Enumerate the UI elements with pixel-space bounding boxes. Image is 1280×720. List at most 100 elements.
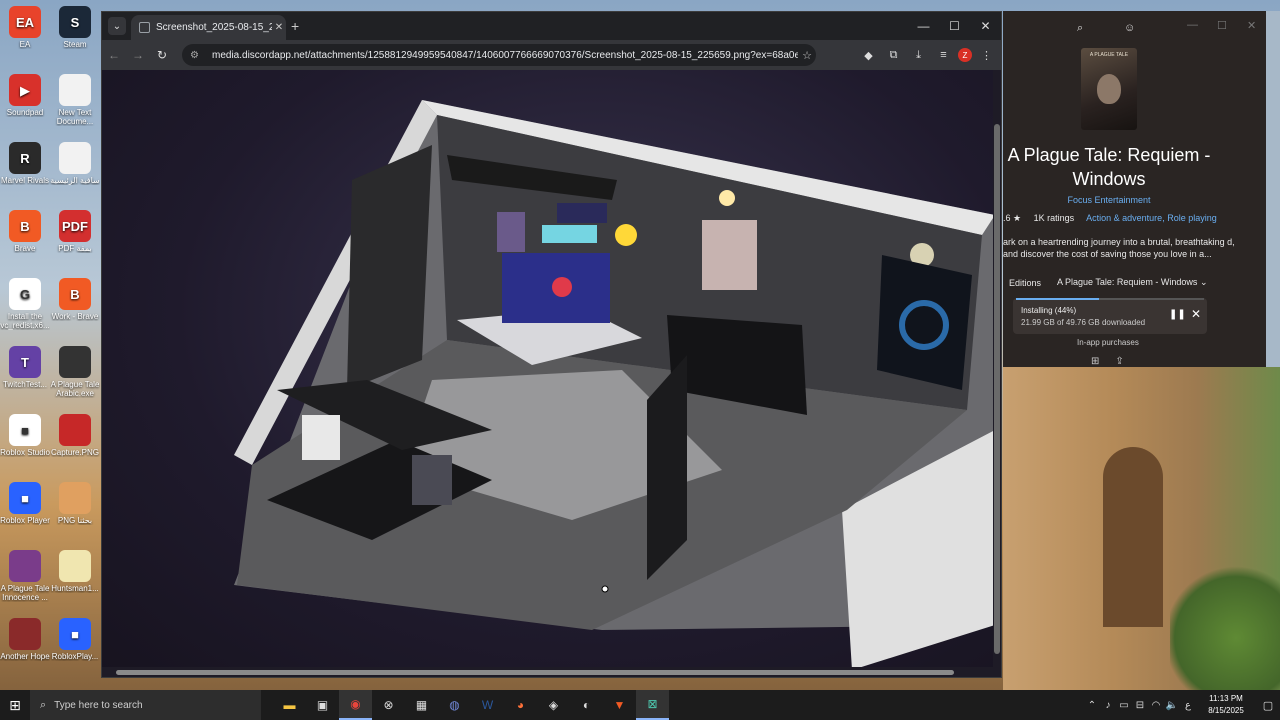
game-icon[interactable]: ◈ (537, 690, 570, 720)
desktop-icon-label: RobloxPlay... (51, 652, 99, 661)
app-icon: T (9, 346, 41, 378)
wifi-icon[interactable]: ◠ (1148, 700, 1164, 711)
desktop-icon[interactable]: R Marvel Rivals (0, 142, 50, 185)
app-icon (9, 550, 41, 582)
clock-date: 8/15/2025 (1208, 706, 1244, 715)
forward-button[interactable]: → (126, 48, 150, 62)
extension-diamond-icon[interactable]: ◆ (858, 44, 879, 66)
tab-close-icon[interactable]: ✕ (272, 22, 286, 33)
publisher-link[interactable]: Focus Entertainment (1003, 195, 1215, 205)
minimize-button[interactable]: — (908, 12, 939, 40)
horizontal-scrollbar[interactable] (102, 667, 993, 677)
share-icon[interactable]: ⇪ (1115, 356, 1123, 367)
desktop-icon[interactable]: سافية الرئيسية (50, 142, 100, 185)
calculator-icon[interactable]: ▦ (405, 690, 438, 720)
discord-icon[interactable]: ◍ (438, 690, 471, 720)
desktop-icon[interactable]: ■ Roblox Player (0, 482, 50, 525)
genre-links[interactable]: Action & adventure, Role playing (1086, 213, 1217, 223)
cancel-icon[interactable]: ✕ (1191, 307, 1201, 321)
taskbar-search[interactable]: ⌕ Type here to search (30, 690, 261, 720)
pause-icon[interactable]: ❚❚ (1169, 309, 1186, 320)
install-size: 21.99 GB of 49.76 GB downloaded (1021, 318, 1146, 327)
desktop-icon[interactable]: Capture.PNG (50, 414, 100, 457)
menu-kebab-icon[interactable]: ⋮ (976, 44, 997, 66)
desktop-icon-label: Roblox Player (0, 516, 50, 525)
maximize-button[interactable]: ☐ (939, 12, 970, 40)
address-bar[interactable]: ⚙ media.discordapp.net/attachments/12588… (182, 44, 816, 66)
word-icon[interactable]: W (471, 690, 504, 720)
app-icon: ▶ (9, 74, 41, 106)
download-icon[interactable]: ⤓ (908, 44, 929, 66)
new-tab-button[interactable]: + (291, 18, 299, 34)
desktop-icon[interactable]: T TwitchTest... (0, 346, 50, 389)
vertical-scrollbar[interactable] (993, 70, 1001, 677)
desktop-icons: EA EA S Steam ▶ Soundpad New Text Docume... R Ma… (0, 0, 102, 690)
desktop-icon[interactable]: ■ Roblox Studio (0, 414, 50, 457)
search-icon[interactable]: ⌕ (1077, 22, 1083, 35)
start-button[interactable]: ⊞ (0, 690, 30, 720)
terminal-icon[interactable]: ⊠ (636, 690, 669, 720)
site-info-icon[interactable]: ⚙ (190, 50, 206, 61)
back-button[interactable]: ← (102, 48, 126, 62)
desktop-icon[interactable]: Huntsman1... (50, 550, 100, 593)
store-minimize-button[interactable]: — (1187, 19, 1198, 31)
microphone-icon[interactable]: ♪ (1100, 700, 1116, 711)
file-explorer-icon[interactable]: ▬ (273, 690, 306, 720)
edition-select[interactable]: A Plague Tale: Requiem - Windows ⌄ (1051, 273, 1213, 292)
store-maximize-button[interactable]: ☐ (1217, 19, 1227, 32)
desktop-icon[interactable]: A Plague Tale Innocence ... (0, 550, 50, 602)
desktop-icon[interactable]: S Steam (50, 6, 100, 49)
volume-icon[interactable]: 🔈 (1164, 700, 1180, 711)
account-icon[interactable]: ☺ (1124, 22, 1135, 34)
battery-icon[interactable]: ▭ (1116, 700, 1132, 711)
store-close-button[interactable]: ✕ (1247, 19, 1256, 32)
wallpaper-landscape (1003, 367, 1280, 690)
desktop-icon[interactable]: B Work - Brave (50, 278, 100, 321)
notification-icon[interactable]: ▢ (1256, 699, 1280, 712)
desktop-icon[interactable]: PNG بحثنا (50, 482, 100, 525)
desktop-icon-label: EA (19, 40, 31, 49)
app-icon (59, 74, 91, 106)
bookmark-star-icon[interactable]: ☆ (798, 49, 816, 62)
app-icon: PDF (59, 210, 91, 242)
steam-icon[interactable]: ◐ (570, 690, 603, 720)
game-title: A Plague Tale: Requiem - Windows (1007, 145, 1211, 189)
desktop-icon[interactable]: EA EA (0, 6, 50, 49)
xbox-icon[interactable]: ⊗ (372, 690, 405, 720)
app-icon[interactable]: ▣ (306, 690, 339, 720)
tab-screenshot[interactable]: Screenshot_2025-08-15_225659 ✕ (131, 15, 286, 40)
desktop-icon-label: Marvel Rivals (0, 176, 49, 185)
favicon-icon (139, 22, 150, 33)
extensions-puzzle-icon[interactable]: ⧉ (883, 44, 904, 66)
app-icon (59, 142, 91, 174)
desktop-icon[interactable]: New Text Docume... (50, 74, 100, 126)
desktop-icon[interactable]: Another Hope (0, 618, 50, 661)
firefox-icon[interactable]: ◕ (504, 690, 537, 720)
profile-avatar[interactable]: Z (958, 48, 972, 62)
edition-selected: A Plague Tale: Requiem - Windows (1057, 277, 1198, 287)
desktop-icon-label: سافية الرئيسية (50, 176, 100, 185)
game-cover-image: A PLAGUE TALE (1081, 48, 1137, 130)
language-indicator[interactable]: ع (1180, 700, 1196, 711)
media-control-icon[interactable]: ≡ (933, 44, 954, 66)
tab-search-button[interactable]: ⌄ (108, 17, 126, 35)
desktop-icon[interactable]: ▶ Soundpad (0, 74, 50, 117)
brave-icon[interactable]: ▼ (603, 690, 636, 720)
system-tray: ⌃ ♪ ▭ ⊟ ◠ 🔈 ع 11:13 PM 8/15/2025 ▢ (1084, 690, 1280, 720)
desktop-icon[interactable]: A Plague Tale Arabic.exe (50, 346, 100, 398)
network-icon[interactable]: ⊟ (1132, 700, 1148, 711)
reload-button[interactable]: ↻ (150, 48, 174, 62)
clock[interactable]: 11:13 PM 8/15/2025 (1196, 693, 1256, 717)
chrome-icon[interactable]: ◉ (339, 690, 372, 720)
chevron-up-icon[interactable]: ⌃ (1084, 700, 1100, 711)
image-viewport[interactable] (102, 70, 1001, 677)
app-icon: R (9, 142, 41, 174)
desktop-icon[interactable]: PDF PDF بمقة (50, 210, 100, 253)
desktop-icon[interactable]: G Install the vc_redist.x6... (0, 278, 50, 330)
editions-button[interactable]: Editions (1003, 274, 1047, 292)
gift-icon[interactable]: ⊞ (1091, 356, 1099, 367)
desktop-icon[interactable]: B Brave (0, 210, 50, 253)
desktop-icon[interactable]: ■ RobloxPlay... (50, 618, 100, 661)
desktop-icon-label: Install the vc_redist.x6... (0, 312, 50, 330)
close-button[interactable]: ✕ (970, 12, 1001, 40)
